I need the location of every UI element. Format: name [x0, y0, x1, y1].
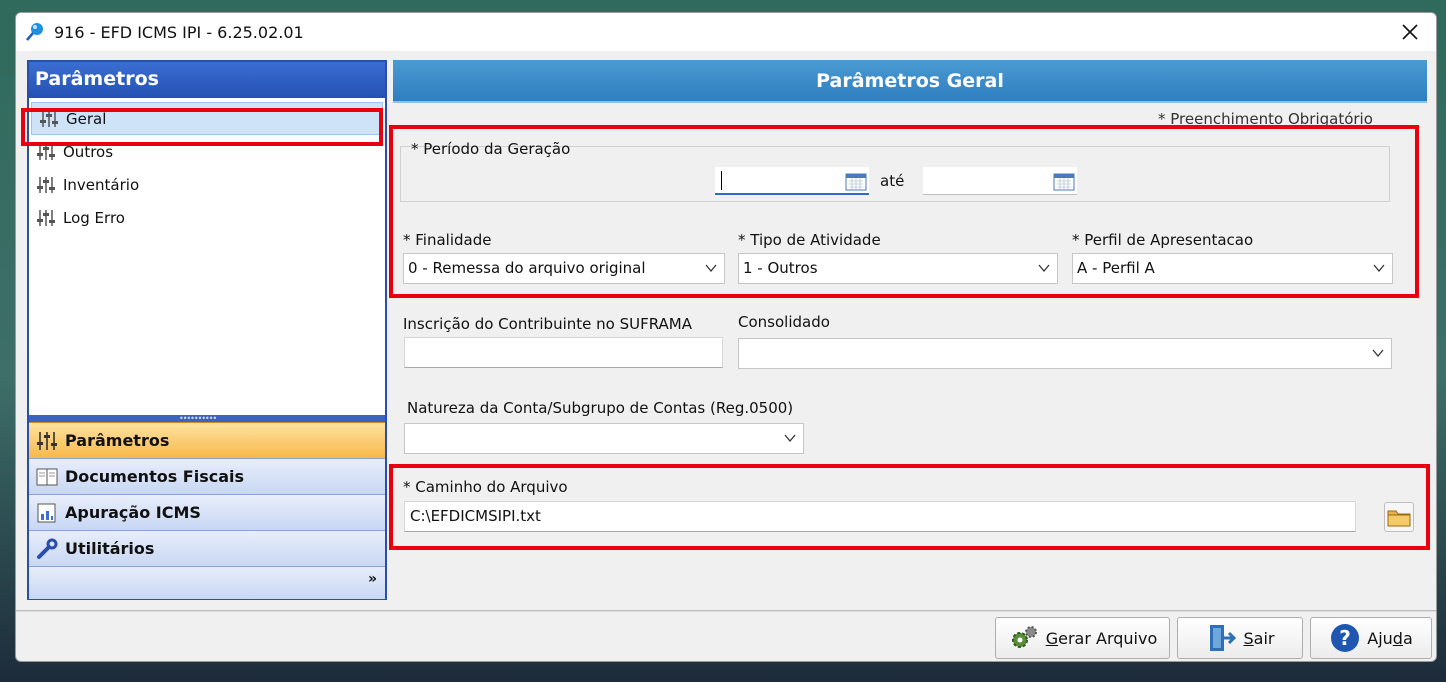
gears-icon — [1011, 626, 1037, 648]
tree-item-log-erro[interactable]: Log Erro — [29, 201, 385, 234]
sair-label: Sair — [1243, 628, 1275, 648]
sair-button[interactable]: Sair — [1177, 617, 1303, 659]
gerar-arquivo-label: Gerar Arquivo — [1045, 628, 1158, 648]
exit-door-icon — [1209, 625, 1236, 651]
window-title: 916 - EFD ICMS IPI - 6.25.02.01 — [54, 22, 304, 42]
pushpin-icon — [26, 23, 43, 41]
main-window: 916 - EFD ICMS IPI - 6.25.02.01 Parâmetr… — [15, 12, 1437, 662]
left-panel-header: Parâmetros — [29, 62, 385, 98]
panel-splitter[interactable]: •••••••••• — [29, 410, 385, 423]
nav-utilitarios[interactable]: Utilitários — [29, 530, 385, 566]
gerar-arquivo-button[interactable]: Gerar Arquivo — [995, 617, 1170, 659]
report-icon — [37, 503, 56, 522]
nav-apuracao-icms[interactable]: Apuração ICMS — [29, 494, 385, 530]
highlight-box-caminho — [389, 464, 1430, 550]
nav-label: Parâmetros — [65, 431, 170, 450]
close-icon[interactable] — [1398, 20, 1422, 44]
sliders-icon — [37, 209, 55, 226]
ajuda-label: Ajuda — [1367, 628, 1413, 648]
consolidado-select[interactable] — [738, 338, 1392, 369]
bottom-separator — [16, 610, 1436, 612]
suframa-label: Inscrição do Contribuinte no SUFRAMA — [403, 315, 692, 333]
sliders-icon — [37, 176, 55, 193]
form-header: Parâmetros Geral — [393, 60, 1427, 103]
chevron-down-icon — [784, 434, 796, 443]
suframa-input[interactable] — [404, 337, 723, 368]
highlight-box-required — [389, 125, 1419, 298]
chevron-more-icon[interactable]: » — [368, 571, 377, 587]
grip-icon: •••••••••• — [179, 414, 217, 423]
chevron-down-icon — [1372, 349, 1384, 358]
tree-item-label: Inventário — [63, 175, 140, 194]
nav-label: Documentos Fiscais — [65, 467, 245, 486]
nav-parametros[interactable]: Parâmetros — [29, 422, 385, 458]
parameters-form: Parâmetros Geral * Preenchimento Obrigat… — [389, 60, 1430, 605]
consolidado-label: Consolidado — [738, 313, 830, 331]
help-icon: ? — [1331, 624, 1360, 652]
natureza-select[interactable] — [404, 423, 804, 454]
sliders-icon — [37, 431, 57, 450]
nav-label: Apuração ICMS — [65, 503, 201, 522]
wrench-icon — [37, 538, 58, 559]
highlight-box-geral — [21, 108, 383, 146]
ajuda-button[interactable]: ? Ajuda — [1310, 617, 1432, 659]
title-bar: 916 - EFD ICMS IPI - 6.25.02.01 — [16, 13, 1436, 51]
nav-documentos-fiscais[interactable]: Documentos Fiscais — [29, 458, 385, 494]
nav-footer: » — [29, 566, 385, 599]
svg-text:?: ? — [1339, 626, 1351, 650]
natureza-label: Natureza da Conta/Subgrupo de Contas (Re… — [407, 399, 794, 417]
tree-item-inventario[interactable]: Inventário — [29, 168, 385, 201]
book-icon — [36, 468, 58, 485]
nav-label: Utilitários — [65, 539, 155, 558]
tree-item-label: Log Erro — [63, 208, 125, 227]
